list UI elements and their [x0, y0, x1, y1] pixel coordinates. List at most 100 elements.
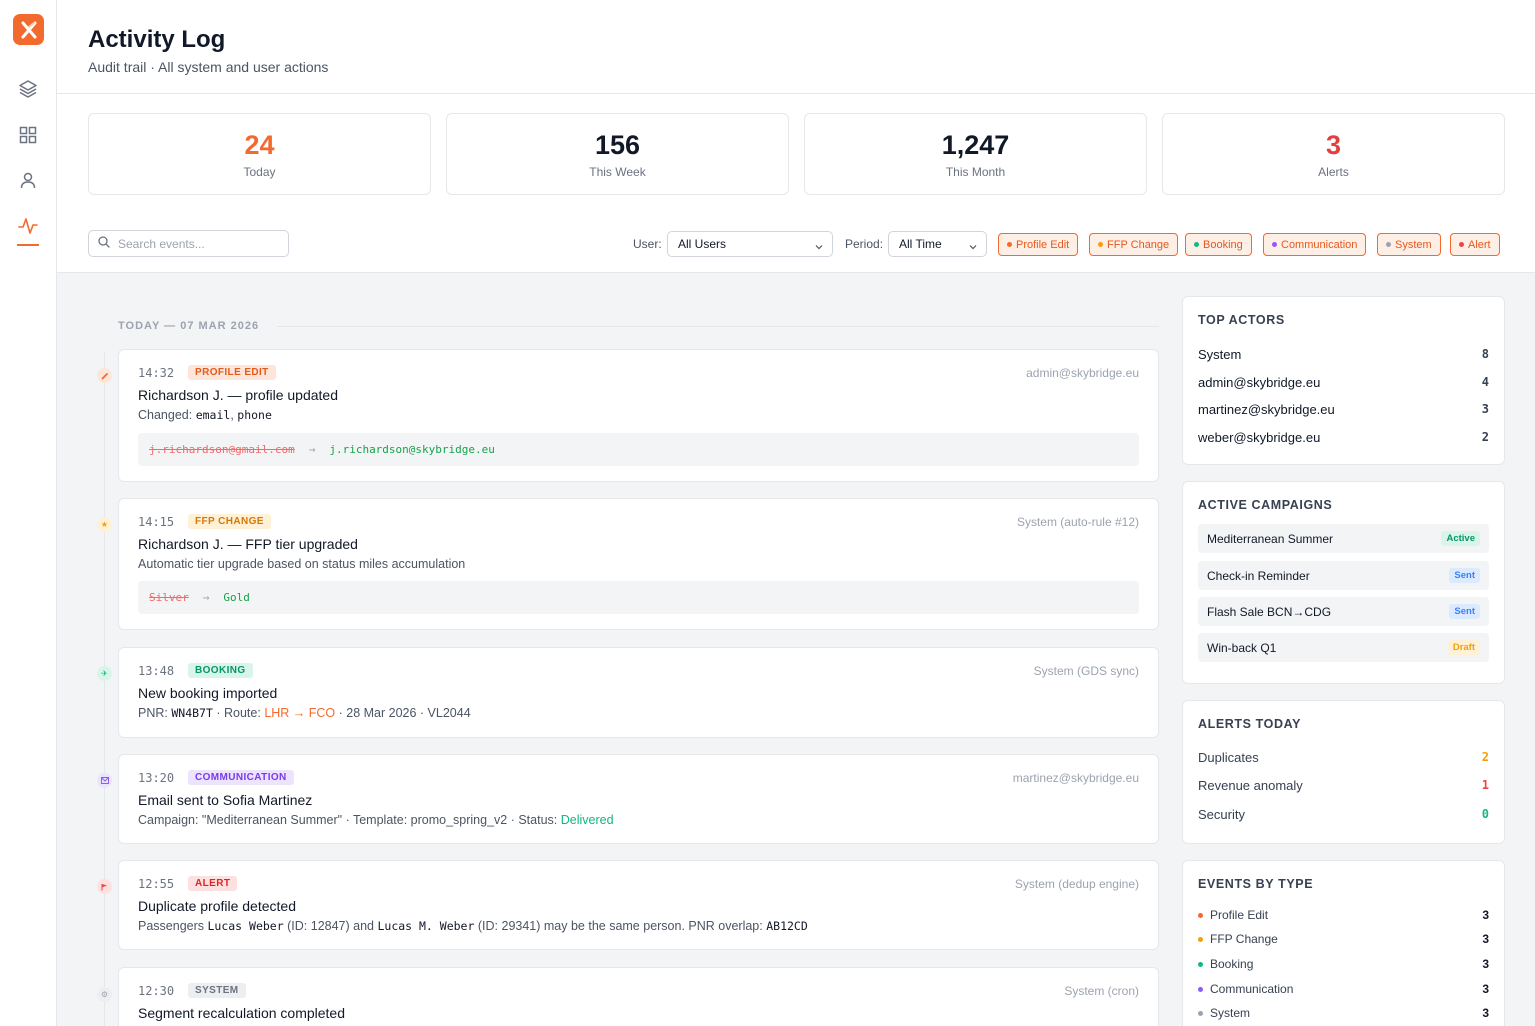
- chip-profile-edit[interactable]: Profile Edit: [998, 233, 1079, 256]
- event-card[interactable]: 13:48 BOOKING System (GDS sync) New book…: [118, 647, 1159, 738]
- status-badge: Sent: [1449, 604, 1480, 619]
- campaign-name: Mediterranean Summer: [1207, 531, 1334, 546]
- chip-communication[interactable]: Communication: [1263, 233, 1367, 256]
- desc-text: Passengers: [138, 919, 208, 933]
- alert-row[interactable]: Security 0: [1198, 807, 1489, 822]
- status-badge: Active: [1441, 531, 1480, 546]
- actor-name: admin@skybridge.eu: [1198, 375, 1321, 390]
- pnr-code: AB12CD: [766, 919, 808, 933]
- actor-row[interactable]: System 8: [1198, 347, 1489, 362]
- x-logo-icon[interactable]: [13, 14, 44, 45]
- event-card[interactable]: 12:55 ALERT System (dedup engine) Duplic…: [118, 860, 1159, 950]
- stat-value: 24: [244, 130, 275, 160]
- alert-name: Duplicates: [1198, 750, 1259, 765]
- dot-icon: [1198, 912, 1203, 918]
- type-row[interactable]: FFP Change 3: [1198, 932, 1489, 946]
- grid-icon[interactable]: [17, 124, 39, 146]
- campaign-name: Check-in Reminder: [1207, 568, 1310, 583]
- campaign-row[interactable]: Flash Sale BCN→CDG Sent: [1198, 597, 1489, 626]
- new-value: j.richardson@skybridge.eu: [329, 443, 495, 456]
- event-card[interactable]: 13:20 COMMUNICATION martinez@skybridge.e…: [118, 754, 1159, 844]
- alert-count: 2: [1481, 750, 1489, 764]
- chip-booking[interactable]: Booking: [1185, 233, 1252, 256]
- field-name: email: [195, 408, 231, 422]
- actor-row[interactable]: weber@skybridge.eu 2: [1198, 430, 1489, 445]
- event-time: 14:15: [138, 515, 175, 529]
- stat-label: This Month: [945, 165, 1006, 179]
- field-name: phone: [237, 408, 272, 422]
- event-type-badge: ALERT: [188, 876, 238, 891]
- event-time: 13:20: [138, 771, 175, 785]
- campaign-row[interactable]: Mediterranean Summer Active: [1198, 524, 1489, 553]
- chip-label: Communication: [1281, 238, 1358, 251]
- event-card[interactable]: 14:32 PROFILE EDIT admin@skybridge.eu Ri…: [118, 349, 1159, 482]
- arrow-icon: →: [308, 443, 316, 456]
- pencil-icon: [97, 368, 112, 383]
- alert-row[interactable]: Duplicates 2: [1198, 750, 1489, 765]
- event-title: Segment recalculation completed: [138, 1005, 346, 1021]
- event-time: 14:32: [138, 366, 175, 380]
- period-select[interactable]: All Time: [888, 231, 987, 257]
- period-select-value: All Time: [899, 237, 942, 251]
- type-count: 3: [1482, 908, 1489, 922]
- day-label: TODAY — 07 MAR 2026: [118, 320, 260, 332]
- actor-name: weber@skybridge.eu: [1198, 430, 1321, 445]
- search-input[interactable]: [118, 236, 278, 251]
- period-filter-label: Period:: [845, 237, 884, 251]
- event-card[interactable]: 14:15 FFP CHANGE System (auto-rule #12) …: [118, 498, 1159, 630]
- flag-icon: [97, 879, 112, 894]
- event-description: Campaign: "Mediterranean Summer" · Templ…: [138, 813, 614, 827]
- mail-icon: [97, 773, 112, 788]
- panel-title: TOP ACTORS: [1198, 313, 1285, 327]
- type-row[interactable]: Profile Edit 3: [1198, 908, 1489, 922]
- type-name: System: [1210, 1006, 1251, 1020]
- type-name: Booking: [1210, 957, 1254, 971]
- event-description: Passengers Lucas Weber (ID: 12847) and L…: [138, 919, 808, 933]
- user-filter-label: User:: [633, 237, 662, 251]
- event-title: New booking imported: [138, 685, 278, 701]
- layers-icon[interactable]: [17, 78, 39, 100]
- search-box[interactable]: [88, 230, 289, 257]
- campaign-name: Win-back Q1: [1207, 640, 1277, 655]
- activity-icon[interactable]: [17, 215, 39, 237]
- plane-icon: ✈: [97, 666, 112, 681]
- event-time: 12:55: [138, 877, 175, 891]
- change-diff: Silver → Gold: [138, 581, 1139, 614]
- actor-row[interactable]: martinez@skybridge.eu 3: [1198, 402, 1489, 417]
- event-time: 12:30: [138, 984, 175, 998]
- chip-label: Booking: [1203, 238, 1243, 251]
- type-row[interactable]: Booking 3: [1198, 957, 1489, 971]
- type-row[interactable]: Communication 3: [1198, 982, 1489, 996]
- user-icon[interactable]: [17, 169, 39, 191]
- search-icon: [98, 235, 110, 253]
- chip-alert[interactable]: Alert: [1450, 233, 1500, 256]
- desc-text: (ID: 29341) may be the same person. PNR …: [474, 919, 767, 933]
- actor-count: 4: [1481, 375, 1489, 389]
- active-campaigns-panel: ACTIVE CAMPAIGNS Mediterranean Summer Ac…: [1182, 481, 1505, 684]
- user-select[interactable]: All Users: [667, 231, 833, 257]
- panel-title: ALERTS TODAY: [1198, 717, 1302, 731]
- chip-label: FFP Change: [1107, 238, 1170, 251]
- event-card[interactable]: 12:30 SYSTEM System (cron) Segment recal…: [118, 967, 1159, 1026]
- type-row[interactable]: System 3: [1198, 1006, 1489, 1020]
- chip-system[interactable]: System: [1377, 233, 1441, 256]
- campaign-row[interactable]: Win-back Q1 Draft: [1198, 633, 1489, 662]
- chip-ffp-change[interactable]: FFP Change: [1089, 233, 1179, 256]
- campaign-row[interactable]: Check-in Reminder Sent: [1198, 561, 1489, 590]
- actor-row[interactable]: admin@skybridge.eu 4: [1198, 375, 1489, 390]
- dot-icon: [1198, 961, 1203, 967]
- event-description: Changed: email, phone: [138, 408, 272, 422]
- type-count: 3: [1482, 957, 1489, 971]
- gear-icon: ⚙: [97, 987, 112, 1002]
- dot-icon: [1198, 1010, 1203, 1016]
- alert-row[interactable]: Revenue anomaly 1: [1198, 778, 1489, 793]
- status-text: Delivered: [560, 813, 614, 827]
- old-value: j.richardson@gmail.com: [149, 443, 295, 456]
- event-type-badge: FFP CHANGE: [188, 514, 271, 529]
- stat-label: This Week: [589, 165, 646, 179]
- star-icon: ★: [97, 517, 112, 532]
- event-title: Duplicate profile detected: [138, 898, 296, 914]
- desc-text: (ID: 12847) and: [283, 919, 378, 933]
- passenger-name: Lucas M. Weber: [377, 919, 475, 933]
- chip-label: Alert: [1468, 238, 1491, 251]
